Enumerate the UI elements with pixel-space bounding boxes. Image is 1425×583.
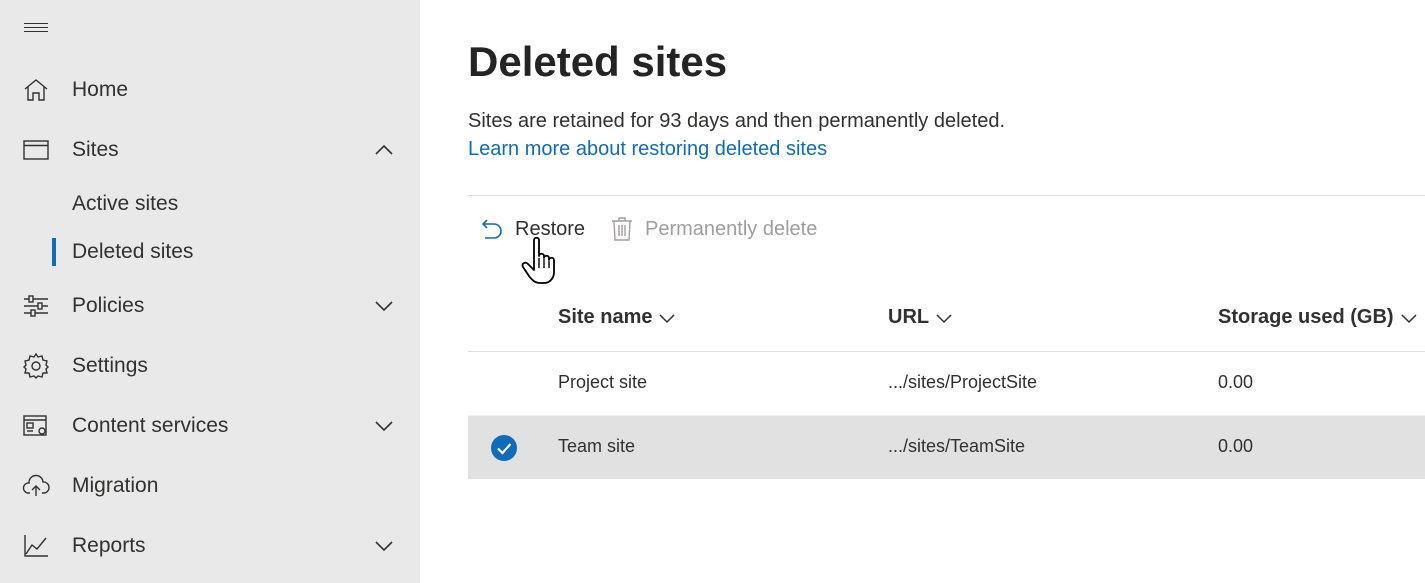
site-name-cell: Team site — [558, 436, 636, 456]
sidebar-item-settings[interactable]: Settings — [0, 342, 420, 390]
column-header-storage-used[interactable]: Storage used (GB) — [1218, 306, 1418, 329]
chevron-down-icon — [658, 309, 676, 327]
permanently-delete-button[interactable]: Permanently delete — [609, 212, 829, 250]
url-cell: .../sites/ProjectSite — [888, 372, 1038, 392]
selected-indicator — [52, 238, 56, 266]
sidebar-item-label: Migration — [72, 474, 159, 497]
column-header-label: URL — [888, 306, 930, 328]
chevron-up-icon[interactable] — [372, 138, 396, 162]
sidebar-item-home[interactable]: Home — [0, 66, 420, 114]
table-row-selected[interactable]: Team site .../sites/TeamSite 0.00 — [468, 416, 1425, 479]
permanently-delete-label: Permanently delete — [645, 218, 818, 240]
line-chart-icon — [22, 532, 50, 560]
sidebar-item-migration[interactable]: Migration — [0, 462, 420, 510]
table-row[interactable]: Project site .../sites/ProjectSite 0.00 — [468, 352, 1425, 415]
site-name-cell: Project site — [558, 372, 648, 392]
sidebar: Home Sites Active sites Deleted sites Po… — [0, 0, 420, 583]
home-icon — [22, 76, 50, 104]
column-header-url[interactable]: URL — [888, 306, 953, 329]
sidebar-item-label: Settings — [72, 354, 148, 377]
url-cell: .../sites/TeamSite — [888, 436, 1026, 456]
trash-icon — [609, 216, 635, 242]
column-header-label: Storage used (GB) — [1218, 306, 1394, 328]
sidebar-item-policies[interactable]: Policies — [0, 282, 420, 330]
page-description: Sites are retained for 93 days and then … — [468, 110, 1006, 132]
sliders-icon — [22, 292, 50, 320]
sidebar-item-label: Policies — [72, 294, 145, 317]
learn-more-link[interactable]: Learn more about restoring deleted sites — [468, 138, 827, 161]
sidebar-item-label: Reports — [72, 534, 146, 557]
gear-icon — [22, 352, 50, 380]
cloud-upload-icon — [22, 472, 50, 500]
browser-window-icon — [22, 136, 50, 164]
chevron-down-icon[interactable] — [372, 534, 396, 558]
storage-cell: 0.00 — [1218, 372, 1254, 392]
chevron-down-icon — [1400, 309, 1418, 327]
sidebar-item-label: Home — [72, 78, 129, 101]
content-services-icon — [22, 412, 50, 440]
sidebar-subitem-label: Deleted sites — [72, 240, 194, 263]
chevron-down-icon — [935, 309, 953, 327]
sidebar-item-reports[interactable]: Reports — [0, 522, 420, 570]
sidebar-item-label: Sites — [72, 138, 119, 161]
storage-cell: 0.00 — [1218, 436, 1254, 456]
sidebar-subitem-label: Active sites — [72, 192, 179, 215]
divider — [468, 195, 1425, 196]
checkmark-circle-icon[interactable] — [491, 435, 517, 461]
sidebar-item-sites[interactable]: Sites — [0, 126, 420, 174]
chevron-down-icon[interactable] — [372, 414, 396, 438]
sidebar-item-deleted-sites[interactable]: Deleted sites — [0, 232, 420, 272]
undo-arrow-icon — [479, 216, 505, 242]
sidebar-item-active-sites[interactable]: Active sites — [0, 184, 420, 224]
column-header-label: Site name — [558, 306, 653, 328]
sidebar-item-content-services[interactable]: Content services — [0, 402, 420, 450]
sidebar-item-label: Content services — [72, 414, 229, 437]
column-header-site-name[interactable]: Site name — [558, 306, 676, 329]
page-title: Deleted sites — [468, 38, 728, 85]
chevron-down-icon[interactable] — [372, 294, 396, 318]
hamburger-menu-icon[interactable] — [22, 17, 50, 39]
hand-pointer-icon — [521, 236, 555, 284]
